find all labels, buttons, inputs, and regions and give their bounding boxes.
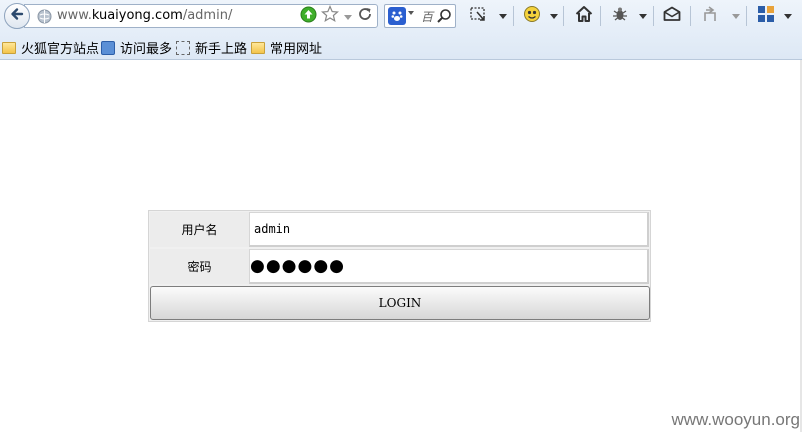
folder-icon <box>2 41 16 54</box>
toolbar-separator <box>563 6 564 26</box>
password-input[interactable]: ●●●●●● <box>249 249 649 284</box>
login-button[interactable]: LOGIN <box>150 286 650 320</box>
folder-icon <box>251 41 265 54</box>
bug-button[interactable] <box>610 5 630 27</box>
addon-dropdown[interactable] <box>550 5 558 27</box>
addon-button[interactable] <box>522 5 542 27</box>
mail-icon <box>662 4 682 28</box>
addon-icon <box>522 4 542 28</box>
mail-button[interactable] <box>662 5 682 27</box>
search-engine-dropdown-icon[interactable] <box>408 11 414 15</box>
dropdown-icon <box>784 13 792 19</box>
back-icon <box>9 6 25 26</box>
bookmark-label: 常用网址 <box>270 42 323 57</box>
getting-started-icon <box>176 40 190 55</box>
baidu-icon[interactable] <box>388 7 406 25</box>
toolbar-separator <box>600 6 601 26</box>
screenshot-icon <box>468 4 488 28</box>
bookmark-item[interactable]: 访问最多 <box>101 38 172 57</box>
menu-button[interactable] <box>756 5 776 27</box>
bookmark-label: 新手上路 <box>195 42 248 57</box>
reload-icon[interactable] <box>357 6 373 26</box>
back-button[interactable] <box>4 3 30 29</box>
search-input[interactable]: 百 <box>421 8 433 25</box>
address-bar[interactable]: www.kuaiyong.com/admin/ <box>24 4 378 28</box>
bookmark-item[interactable]: 新手上路 <box>176 38 247 57</box>
bug-icon <box>610 4 630 28</box>
url-text[interactable]: www.kuaiyong.com/admin/ <box>57 8 232 23</box>
search-icon[interactable] <box>436 8 452 28</box>
home-icon <box>574 4 594 28</box>
bookmark-label: 火狐官方站点 <box>21 42 100 57</box>
dropdown-icon <box>499 13 507 19</box>
menu-icon <box>756 4 776 28</box>
toolbar-separator <box>690 6 691 26</box>
url-bar-icons <box>300 4 373 27</box>
screenshot-tool[interactable] <box>468 5 488 27</box>
browser-chrome: www.kuaiyong.com/admin/ 百 火狐官方站点 访问最多 新手… <box>0 0 802 60</box>
home-button[interactable] <box>574 5 594 27</box>
bookmark-star-icon[interactable] <box>321 4 339 27</box>
bookmarks-toolbar: 火狐官方站点 访问最多 新手上路 常用网址 <box>0 34 802 58</box>
navigation-toolbar: www.kuaiyong.com/admin/ 百 <box>0 0 802 32</box>
bookmark-label: 访问最多 <box>120 42 173 57</box>
screenshot-dropdown[interactable] <box>499 5 507 27</box>
dropdown-icon <box>639 13 647 19</box>
login-form: 用户名 admin 密码 ●●●●●● LOGIN <box>148 210 651 322</box>
watermark: www.wooyun.org <box>671 410 800 429</box>
toolbar-separator <box>513 6 514 26</box>
bookmark-item[interactable]: 火狐官方站点 <box>2 38 99 57</box>
username-row: 用户名 admin <box>150 212 649 247</box>
most-visited-icon <box>101 40 115 55</box>
bookmark-item[interactable]: 常用网址 <box>251 38 322 57</box>
undo-dropdown[interactable] <box>732 5 740 27</box>
dropdown-icon <box>550 13 558 19</box>
url-history-dropdown-icon[interactable] <box>343 7 353 26</box>
username-input[interactable]: admin <box>249 212 649 247</box>
password-label: 密码 <box>150 249 249 284</box>
toolbar-separator <box>746 6 747 26</box>
bug-dropdown[interactable] <box>639 5 647 27</box>
site-globe-icon <box>37 9 52 24</box>
menu-dropdown[interactable] <box>784 5 792 27</box>
search-bar[interactable]: 百 <box>384 4 456 28</box>
username-label: 用户名 <box>150 212 249 247</box>
dropdown-icon <box>732 13 740 19</box>
password-row: 密码 ●●●●●● <box>150 249 649 284</box>
toolbar-separator <box>653 6 654 26</box>
undo-button[interactable] <box>700 5 722 27</box>
undo-icon <box>700 4 722 28</box>
go-icon[interactable] <box>300 6 317 27</box>
